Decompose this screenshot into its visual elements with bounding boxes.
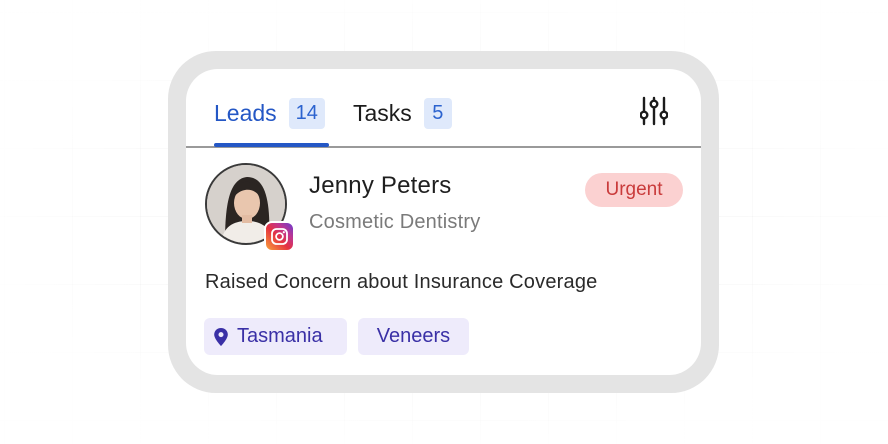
lead-card-widget: Leads 14 Tasks 5 Jenny Peters Cosmetic D… (186, 69, 701, 375)
tab-tasks-label: Tasks (353, 99, 412, 126)
tab-leads-label: Leads (214, 99, 277, 126)
active-tab-indicator (214, 143, 329, 147)
tab-leads-count-badge: 14 (288, 97, 325, 129)
location-tag[interactable]: Tasmania (204, 318, 347, 355)
tab-leads[interactable]: Leads 14 (214, 97, 325, 129)
tab-tasks-count-badge: 5 (423, 97, 452, 129)
filter-button[interactable] (634, 91, 674, 131)
sliders-icon (640, 96, 668, 126)
service-tag[interactable]: Veneers (358, 318, 469, 355)
lead-name: Jenny Peters (309, 172, 452, 199)
instagram-icon (264, 221, 295, 252)
priority-badge: Urgent (585, 173, 683, 207)
tab-tasks[interactable]: Tasks 5 (353, 97, 452, 129)
map-pin-icon (214, 327, 228, 346)
lead-avatar-group (205, 163, 295, 252)
location-tag-label: Tasmania (237, 325, 323, 347)
lead-concern-text: Raised Concern about Insurance Coverage (205, 271, 598, 293)
lead-category: Cosmetic Dentistry (309, 211, 481, 233)
tab-bar: Leads 14 Tasks 5 (186, 69, 701, 148)
canvas-background: Leads 14 Tasks 5 Jenny Peters Cosmetic D… (0, 0, 888, 444)
service-tag-label: Veneers (376, 325, 451, 347)
